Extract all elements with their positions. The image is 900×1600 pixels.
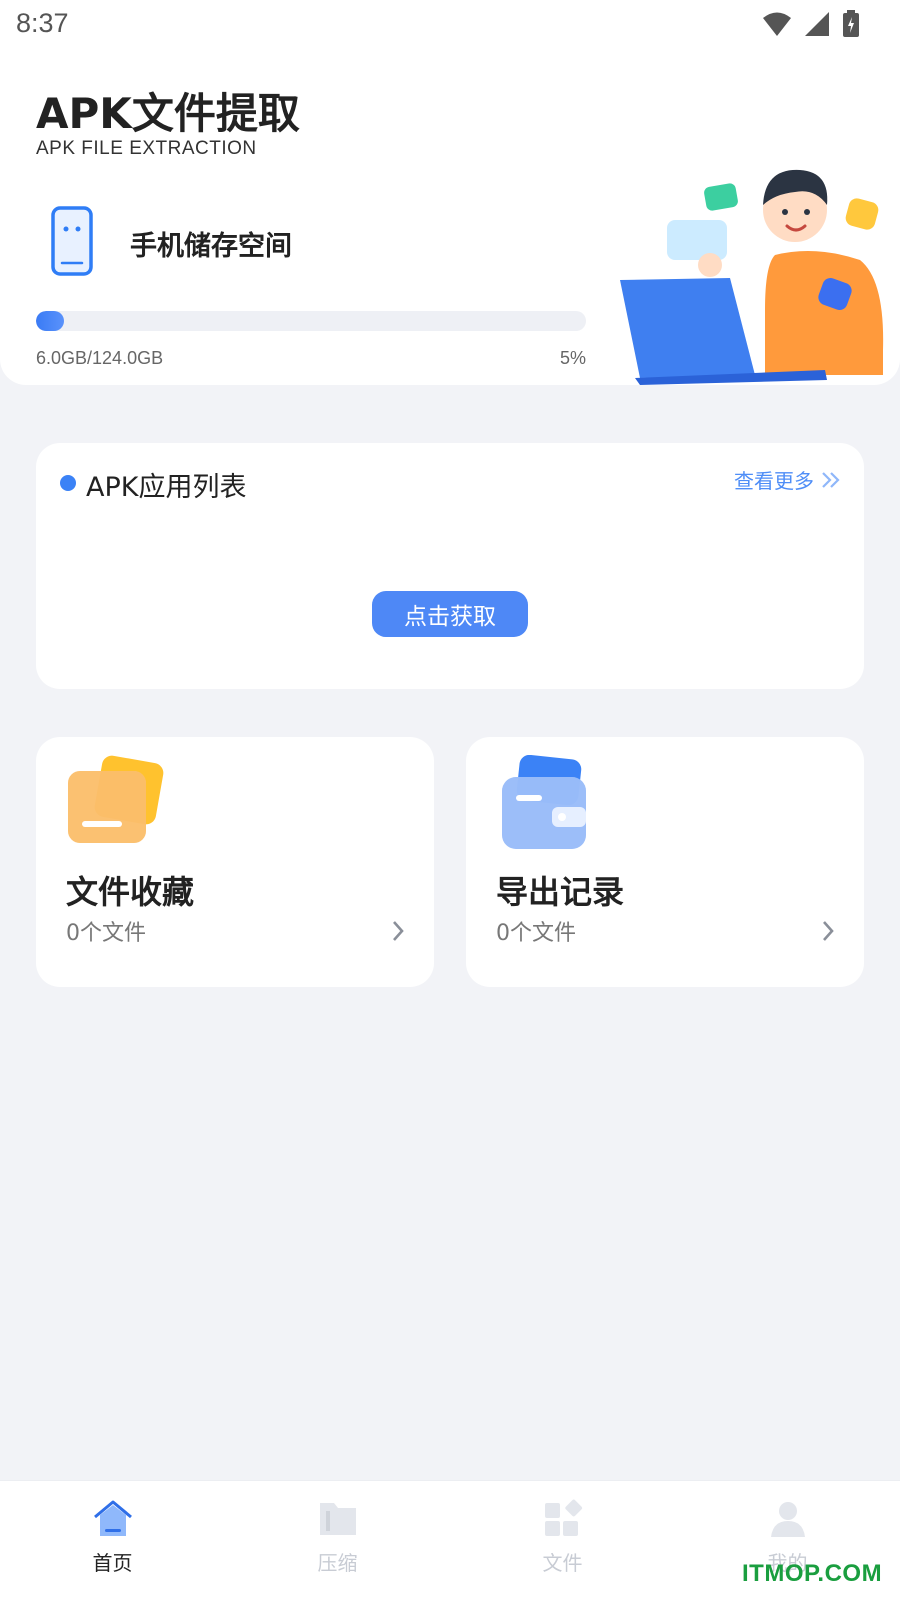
feature-count: 0个文件 [496, 921, 576, 946]
compress-icon [319, 1503, 356, 1535]
battery-icon [843, 10, 859, 37]
view-more-link[interactable]: 查看更多 [734, 465, 842, 494]
folder-icon [68, 755, 164, 843]
storage-progress-bar [36, 311, 586, 331]
storage-used-text: 6.0GB/124.0GB [36, 348, 164, 368]
profile-icon [770, 1502, 805, 1537]
apk-list-title: APK应用列表 [86, 472, 247, 503]
chevron-right-icon [823, 921, 834, 941]
nav-label-files: 文件 [542, 1551, 583, 1575]
storage-label: 手机储存空间 [130, 231, 292, 262]
watermark: ITMOP.COM [742, 1560, 883, 1587]
home-icon [93, 1500, 132, 1536]
file-favorites-card[interactable]: 文件收藏 0个文件 [36, 737, 434, 987]
fetch-button[interactable]: 点击获取 [372, 591, 528, 637]
nav-label-compress: 压缩 [317, 1551, 358, 1575]
files-icon [544, 1499, 582, 1536]
feature-title: 文件收藏 [66, 873, 195, 911]
nav-item-compress[interactable]: 压缩 [225, 1481, 450, 1600]
status-bar: 8:37 [0, 0, 900, 50]
signal-icon [805, 12, 829, 36]
blue-dot-icon [60, 475, 76, 491]
header-panel: 8:37 APK文件提取 APK FILE EXTRACTION 手机储存空间 … [0, 0, 900, 385]
wallet-icon [502, 755, 586, 849]
feature-title: 导出记录 [496, 873, 625, 911]
person-laptop-illustration [620, 169, 884, 385]
storage-progress-fill [36, 311, 64, 331]
feature-count: 0个文件 [66, 921, 146, 946]
apk-list-card: APK应用列表 查看更多 点击获取 [36, 443, 864, 689]
double-chevron-right-icon [822, 471, 840, 488]
wifi-icon [763, 12, 791, 36]
nav-item-home[interactable]: 首页 [0, 1481, 225, 1600]
export-records-card[interactable]: 导出记录 0个文件 [466, 737, 864, 987]
phone-icon [51, 206, 93, 276]
app-subtitle: APK FILE EXTRACTION [36, 138, 257, 159]
nav-label-home: 首页 [92, 1551, 133, 1575]
view-more-label: 查看更多 [734, 469, 814, 493]
chevron-right-icon [393, 921, 404, 941]
status-icons [762, 10, 860, 38]
status-time: 8:37 [16, 8, 69, 38]
app-title: APK文件提取 [36, 89, 300, 138]
nav-item-files[interactable]: 文件 [450, 1481, 675, 1600]
storage-percent-text: 5% [560, 348, 587, 368]
